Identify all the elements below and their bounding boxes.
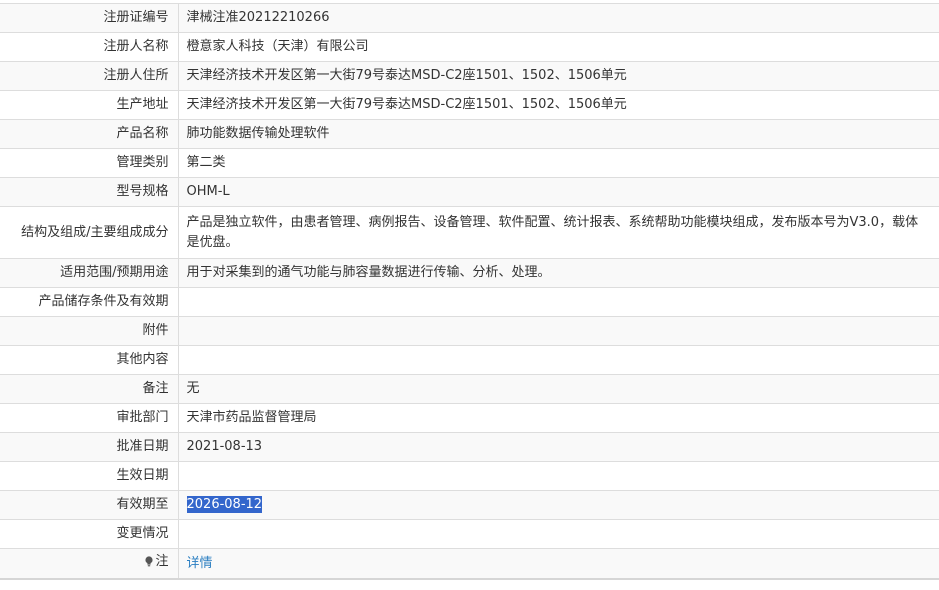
bulb-icon: [145, 556, 154, 567]
row-approval-department: 审批部门 天津市药品监督管理局: [0, 403, 939, 433]
row-value: 用于对采集到的通气功能与肺容量数据进行传输、分析、处理。: [178, 258, 939, 288]
row-label: 型号规格: [0, 177, 179, 207]
row-label: 结构及组成/主要组成成分: [0, 206, 179, 259]
row-label: 审批部门: [0, 403, 179, 433]
row-label: 备注: [0, 374, 179, 404]
row-value: 肺功能数据传输处理软件: [178, 119, 939, 149]
row-registrant-address: 注册人住所 天津经济技术开发区第一大街79号泰达MSD-C2座1501、1502…: [0, 61, 939, 91]
row-effective-date: 生效日期: [0, 461, 939, 491]
row-valid-until: 有效期至 2026-08-12: [0, 490, 939, 520]
row-label: 批准日期: [0, 432, 179, 462]
row-value: 天津经济技术开发区第一大街79号泰达MSD-C2座1501、1502、1506单…: [178, 61, 939, 91]
row-label: 注册人住所: [0, 61, 179, 91]
row-value: OHM-L: [178, 177, 939, 207]
row-label: 有效期至: [0, 490, 179, 520]
row-approval-date: 批准日期 2021-08-13: [0, 432, 939, 462]
row-registration-number: 注册证编号 津械注准20212210266: [0, 3, 939, 33]
row-label: 管理类别: [0, 148, 179, 178]
row-attachments: 附件: [0, 316, 939, 346]
row-note: 注 详情: [0, 548, 939, 580]
row-value: 第二类: [178, 148, 939, 178]
registration-detail-table: 注册证编号 津械注准20212210266 注册人名称 橙意家人科技（天津）有限…: [0, 3, 939, 580]
note-label: 注: [145, 552, 169, 572]
row-label: 适用范围/预期用途: [0, 258, 179, 288]
row-structure-composition: 结构及组成/主要组成成分 产品是独立软件，由患者管理、病例报告、设备管理、软件配…: [0, 206, 939, 259]
row-value: 天津市药品监督管理局: [178, 403, 939, 433]
row-value: [178, 316, 939, 346]
row-value: 天津经济技术开发区第一大街79号泰达MSD-C2座1501、1502、1506单…: [178, 90, 939, 120]
row-value: 产品是独立软件，由患者管理、病例报告、设备管理、软件配置、统计报表、系统帮助功能…: [178, 206, 939, 259]
row-model-spec: 型号规格 OHM-L: [0, 177, 939, 207]
note-label-text: 注: [155, 554, 169, 570]
row-value: 橙意家人科技（天津）有限公司: [178, 32, 939, 62]
row-label: 注册人名称: [0, 32, 179, 62]
row-label: 生产地址: [0, 90, 179, 120]
row-label: 附件: [0, 316, 179, 346]
row-change-history: 变更情况: [0, 519, 939, 549]
row-other-content: 其他内容: [0, 345, 939, 375]
note-label-cell: 注: [0, 548, 179, 580]
row-value: [178, 287, 939, 317]
row-value: [178, 345, 939, 375]
selected-text[interactable]: 2026-08-12: [186, 496, 263, 513]
row-label: 注册证编号: [0, 3, 179, 33]
row-value: 津械注准20212210266: [178, 3, 939, 33]
row-storage-conditions: 产品储存条件及有效期: [0, 287, 939, 317]
row-label: 生效日期: [0, 461, 179, 491]
row-value[interactable]: 2026-08-12: [178, 490, 939, 520]
row-label: 变更情况: [0, 519, 179, 549]
row-value: 2021-08-13: [178, 432, 939, 462]
row-label: 其他内容: [0, 345, 179, 375]
row-value: [178, 461, 939, 491]
registration-detail-page: 注册证编号 津械注准20212210266 注册人名称 橙意家人科技（天津）有限…: [0, 0, 939, 590]
row-label: 产品储存条件及有效期: [0, 287, 179, 317]
row-intended-use: 适用范围/预期用途 用于对采集到的通气功能与肺容量数据进行传输、分析、处理。: [0, 258, 939, 288]
row-remarks: 备注 无: [0, 374, 939, 404]
row-registrant-name: 注册人名称 橙意家人科技（天津）有限公司: [0, 32, 939, 62]
details-link[interactable]: 详情: [187, 556, 213, 571]
row-label: 产品名称: [0, 119, 179, 149]
row-value: 无: [178, 374, 939, 404]
row-product-name: 产品名称 肺功能数据传输处理软件: [0, 119, 939, 149]
row-production-address: 生产地址 天津经济技术开发区第一大街79号泰达MSD-C2座1501、1502、…: [0, 90, 939, 120]
row-management-category: 管理类别 第二类: [0, 148, 939, 178]
note-value: 详情: [178, 548, 939, 580]
row-value: [178, 519, 939, 549]
